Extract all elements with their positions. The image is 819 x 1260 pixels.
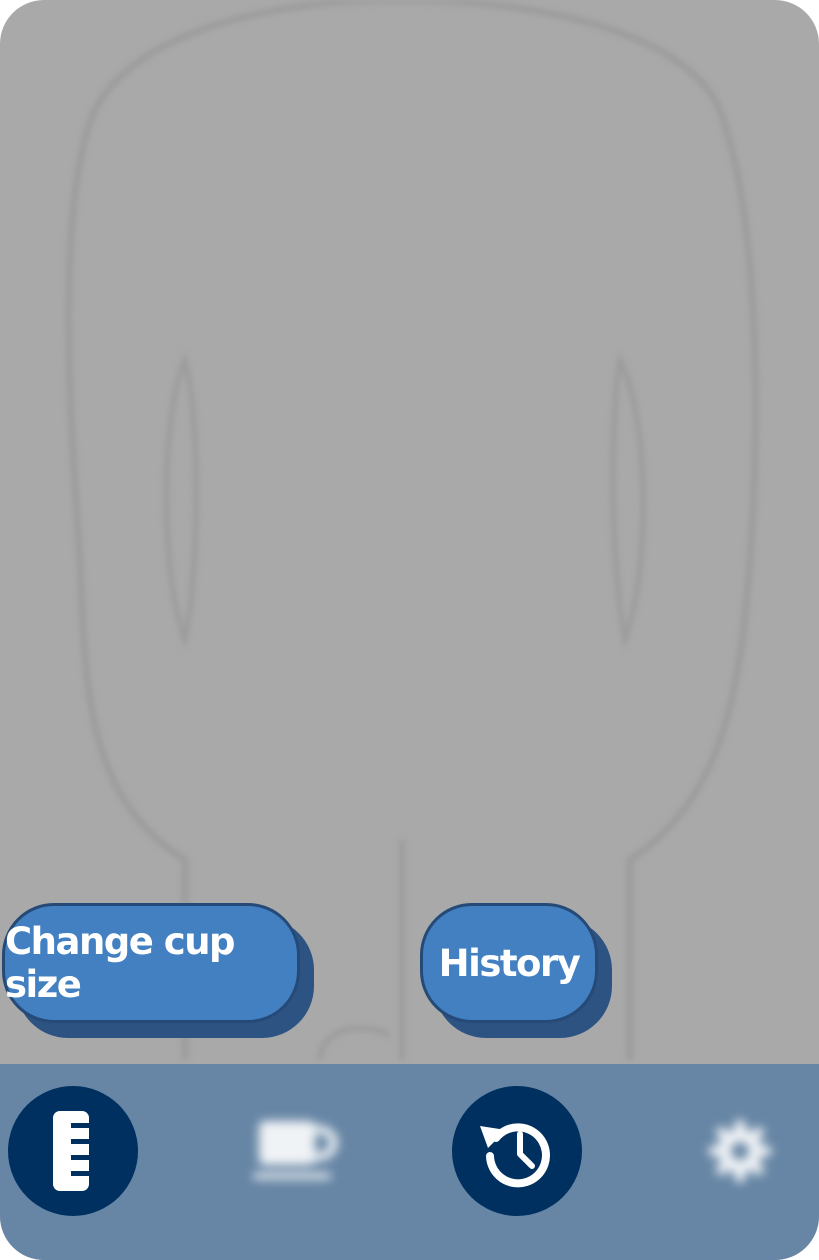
app-screen: Change cup size History [0,0,819,1260]
left-ear-outline [163,352,199,650]
nav-item-cup[interactable] [230,1086,360,1216]
bottom-navigation-bar [0,1064,819,1260]
right-ear-outline [610,351,646,650]
history-button[interactable]: History [420,903,598,1023]
coffee-cup-icon [253,1121,338,1179]
change-cup-size-button[interactable]: Change cup size [2,903,300,1023]
settings-gear-icon [709,1120,771,1182]
nav-item-history[interactable] [452,1086,582,1216]
history-clock-icon [480,1123,550,1188]
head-outline [65,0,759,1060]
ruler-icon [53,1111,89,1191]
nav-item-measure[interactable] [8,1086,138,1216]
nav-item-settings[interactable] [675,1086,805,1216]
cup-rim-detail [317,1025,392,1061]
